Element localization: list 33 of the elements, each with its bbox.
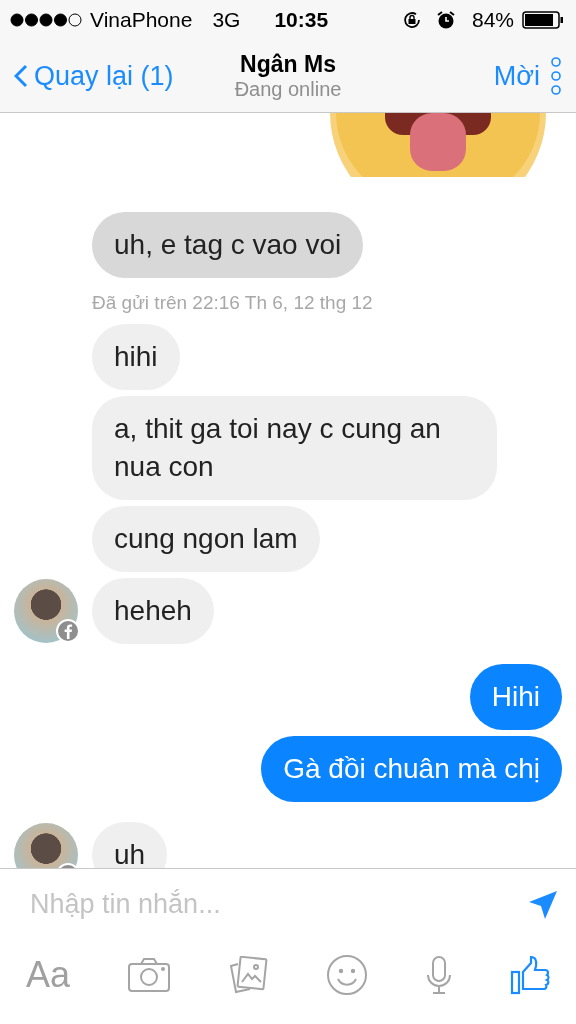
sent-message: Gà đồi chuân mà chị xyxy=(261,736,562,802)
carrier-name: VinaPhone xyxy=(90,8,193,32)
back-chevron-icon xyxy=(14,64,28,88)
received-message: hihi xyxy=(92,324,180,390)
back-link[interactable]: Quay lại (1) xyxy=(14,60,235,92)
text-format-button[interactable]: Aa xyxy=(26,954,71,996)
facebook-badge-icon xyxy=(56,619,80,643)
message-input-field[interactable]: Nhập tin nhắn... xyxy=(28,888,518,921)
clock-time: 10:35 xyxy=(274,8,329,32)
microphone-icon[interactable] xyxy=(424,955,453,995)
received-message: uh, e tag c vao voi xyxy=(92,212,364,278)
received-message: cung ngon lam xyxy=(92,506,320,572)
send-icon[interactable] xyxy=(528,889,558,920)
sent-message: Hihi xyxy=(469,664,562,730)
more-options-icon[interactable] xyxy=(550,56,562,96)
sent-timestamp: Đã gửi trên 22:16 Th 6, 12 thg 12 xyxy=(91,291,374,315)
received-message: uh xyxy=(92,822,168,868)
alarm-icon xyxy=(435,10,456,30)
battery-icon xyxy=(522,11,564,29)
rotation-lock-icon xyxy=(401,10,422,30)
avatar-photo-placeholder[interactable] xyxy=(14,823,78,868)
signal-icon xyxy=(10,13,82,27)
network-type: 3G xyxy=(212,8,241,32)
thumbs-up-icon[interactable] xyxy=(510,955,550,995)
received-message: a, thit ga toi nay c cung an nua con xyxy=(92,396,497,500)
received-message: heheh xyxy=(92,578,214,644)
contact-name: Ngân Ms xyxy=(240,51,336,78)
invite-link[interactable]: Mời xyxy=(493,60,540,92)
emoji-icon[interactable] xyxy=(325,954,368,996)
camera-icon[interactable] xyxy=(127,957,172,993)
online-status: Đang online xyxy=(234,78,342,101)
gallery-icon[interactable] xyxy=(228,956,269,994)
battery-percent: 84% xyxy=(471,8,514,32)
